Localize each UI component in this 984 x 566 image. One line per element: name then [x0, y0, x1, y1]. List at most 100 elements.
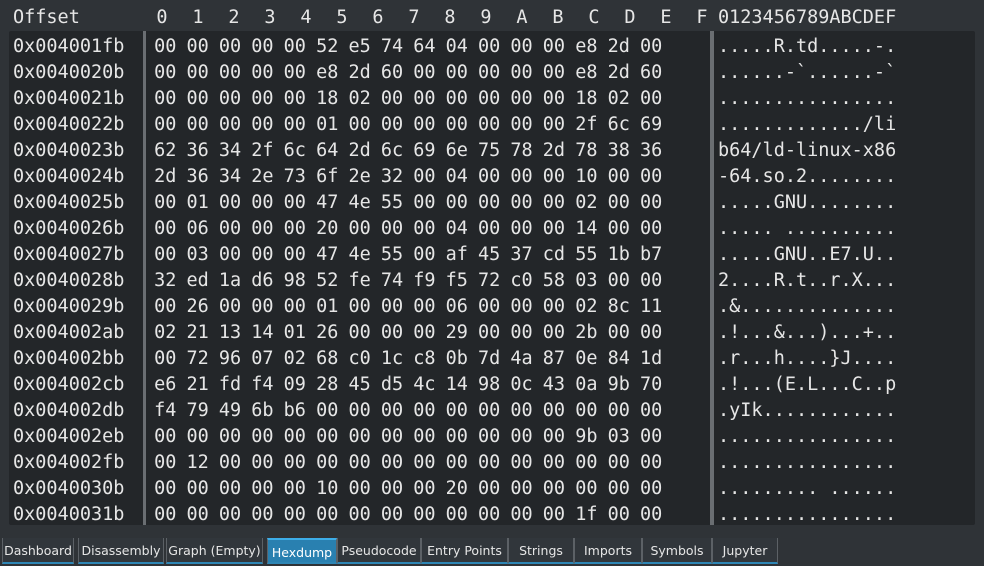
hex-byte[interactable]: 04	[436, 164, 468, 190]
hex-byte[interactable]: 0a	[565, 372, 597, 398]
hex-row[interactable]: 00 06 00 00 00 20 00 00 00 04 00 00 00 14 00 00	[144, 216, 709, 242]
hex-byte[interactable]: 00	[403, 112, 435, 138]
hex-byte[interactable]: 00	[500, 216, 532, 242]
hex-byte[interactable]: 2b	[565, 320, 597, 346]
hex-byte[interactable]: 00	[144, 242, 176, 268]
hex-byte[interactable]: 00	[274, 294, 306, 320]
hex-byte[interactable]: 1b	[597, 242, 630, 268]
hex-byte[interactable]: 72	[468, 268, 500, 294]
hex-byte[interactable]: 00	[274, 216, 306, 242]
hex-byte[interactable]: 55	[371, 190, 403, 216]
hex-byte[interactable]: 69	[630, 112, 662, 138]
hex-byte[interactable]: 00	[403, 216, 435, 242]
tab-pseudocode[interactable]: Pseudocode	[337, 538, 421, 564]
hex-row[interactable]: 32 ed 1a d6 98 52 fe 74 f9 f5 72 c0 58 03 00 00	[144, 268, 709, 294]
hex-byte[interactable]: 00	[209, 190, 241, 216]
hex-byte[interactable]: 00	[630, 450, 662, 476]
hex-byte[interactable]: 00	[209, 450, 241, 476]
tab-graph-empty[interactable]: Graph (Empty)	[166, 538, 263, 564]
hex-byte[interactable]: 64	[306, 138, 338, 164]
hex-byte[interactable]: 00	[338, 476, 370, 502]
hex-byte[interactable]: 00	[144, 424, 176, 450]
hex-byte[interactable]: c0	[500, 268, 532, 294]
hex-byte[interactable]: 00	[176, 60, 209, 86]
hex-byte[interactable]: 04	[436, 34, 468, 60]
hex-byte[interactable]: 00	[403, 86, 435, 112]
hex-byte[interactable]: 10	[306, 476, 338, 502]
ascii-column[interactable]: .....R.td.....-. ......-`......-`........…	[718, 34, 968, 525]
hex-byte[interactable]: 96	[209, 346, 241, 372]
hex-byte[interactable]: 00	[630, 34, 662, 60]
hex-byte[interactable]: 52	[306, 268, 338, 294]
hex-byte[interactable]: 00	[630, 424, 662, 450]
hex-byte[interactable]: 00	[241, 216, 273, 242]
hex-row[interactable]: f4 79 49 6b b6 00 00 00 00 00 00 00 00 00 00 00	[144, 398, 709, 424]
hex-byte[interactable]: 00	[468, 60, 500, 86]
hex-byte[interactable]: 2f	[241, 138, 273, 164]
hex-byte[interactable]: 00	[144, 476, 176, 502]
hex-byte[interactable]: 36	[176, 164, 209, 190]
hex-byte[interactable]: 36	[630, 138, 662, 164]
hex-byte[interactable]: 00	[436, 60, 468, 86]
hex-byte[interactable]: 00	[338, 216, 370, 242]
ascii-row[interactable]: ................	[718, 450, 968, 476]
hex-byte[interactable]: 00	[241, 86, 273, 112]
hex-byte[interactable]: 18	[306, 86, 338, 112]
hex-byte[interactable]: 00	[274, 502, 306, 525]
hex-byte[interactable]: 0c	[500, 372, 532, 398]
hex-byte[interactable]: 00	[500, 502, 532, 525]
hex-byte[interactable]: 00	[533, 112, 565, 138]
hex-byte[interactable]: 00	[274, 34, 306, 60]
hex-byte[interactable]: 00	[338, 294, 370, 320]
hex-row[interactable]: 00 72 96 07 02 68 c0 1c c8 0b 7d 4a 87 0e 84 1d	[144, 346, 709, 372]
hex-byte[interactable]: b6	[274, 398, 306, 424]
hex-byte[interactable]: 01	[306, 294, 338, 320]
hex-byte[interactable]: 09	[274, 372, 306, 398]
hex-row[interactable]: 2d 36 34 2e 73 6f 2e 32 00 04 00 00 00 10 00 00	[144, 164, 709, 190]
hex-byte[interactable]: f5	[436, 268, 468, 294]
hex-byte[interactable]: 1c	[371, 346, 403, 372]
hex-byte[interactable]: 28	[306, 372, 338, 398]
hex-byte[interactable]: 21	[176, 372, 209, 398]
hex-byte[interactable]: b7	[630, 242, 662, 268]
hex-byte[interactable]: 68	[306, 346, 338, 372]
hex-byte[interactable]: 00	[144, 502, 176, 525]
hex-byte[interactable]: 18	[565, 86, 597, 112]
hex-byte[interactable]: 00	[533, 216, 565, 242]
hex-byte[interactable]: 1a	[209, 268, 241, 294]
ascii-row[interactable]: .!...&...)...+..	[718, 320, 968, 346]
hex-byte[interactable]: 00	[533, 398, 565, 424]
hex-byte[interactable]: 00	[209, 424, 241, 450]
hex-byte[interactable]: 00	[630, 320, 662, 346]
hex-byte[interactable]: 98	[468, 372, 500, 398]
hex-byte[interactable]: 43	[533, 372, 565, 398]
hex-byte[interactable]: 00	[533, 502, 565, 525]
hex-byte[interactable]: 14	[436, 372, 468, 398]
hex-byte[interactable]: 2e	[338, 164, 370, 190]
hex-byte[interactable]: 00	[144, 34, 176, 60]
hex-byte[interactable]: 01	[306, 112, 338, 138]
hex-byte[interactable]: 00	[533, 86, 565, 112]
hex-byte[interactable]: 00	[403, 320, 435, 346]
hex-byte[interactable]: 00	[597, 216, 630, 242]
hex-byte[interactable]: 00	[597, 190, 630, 216]
hex-byte[interactable]: 00	[630, 398, 662, 424]
hex-byte[interactable]: 00	[274, 86, 306, 112]
hex-byte[interactable]: 00	[630, 476, 662, 502]
hex-byte[interactable]: e8	[306, 60, 338, 86]
hex-byte[interactable]: 00	[597, 320, 630, 346]
hex-byte[interactable]: 01	[274, 320, 306, 346]
hex-byte[interactable]: 00	[241, 34, 273, 60]
hex-row[interactable]: 62 36 34 2f 6c 64 2d 6c 69 6e 75 78 2d 78 38 36	[144, 138, 709, 164]
hex-byte[interactable]: 00	[371, 398, 403, 424]
hex-byte[interactable]: 00	[597, 268, 630, 294]
hex-byte[interactable]: 00	[597, 398, 630, 424]
hex-byte[interactable]: 00	[500, 112, 532, 138]
hex-byte[interactable]: 55	[565, 242, 597, 268]
hex-byte[interactable]: 01	[176, 190, 209, 216]
hex-byte[interactable]: 00	[371, 502, 403, 525]
hex-byte[interactable]: 00	[144, 190, 176, 216]
hex-byte[interactable]: f4	[241, 372, 273, 398]
hex-byte[interactable]: 69	[403, 138, 435, 164]
hex-byte[interactable]: fd	[209, 372, 241, 398]
